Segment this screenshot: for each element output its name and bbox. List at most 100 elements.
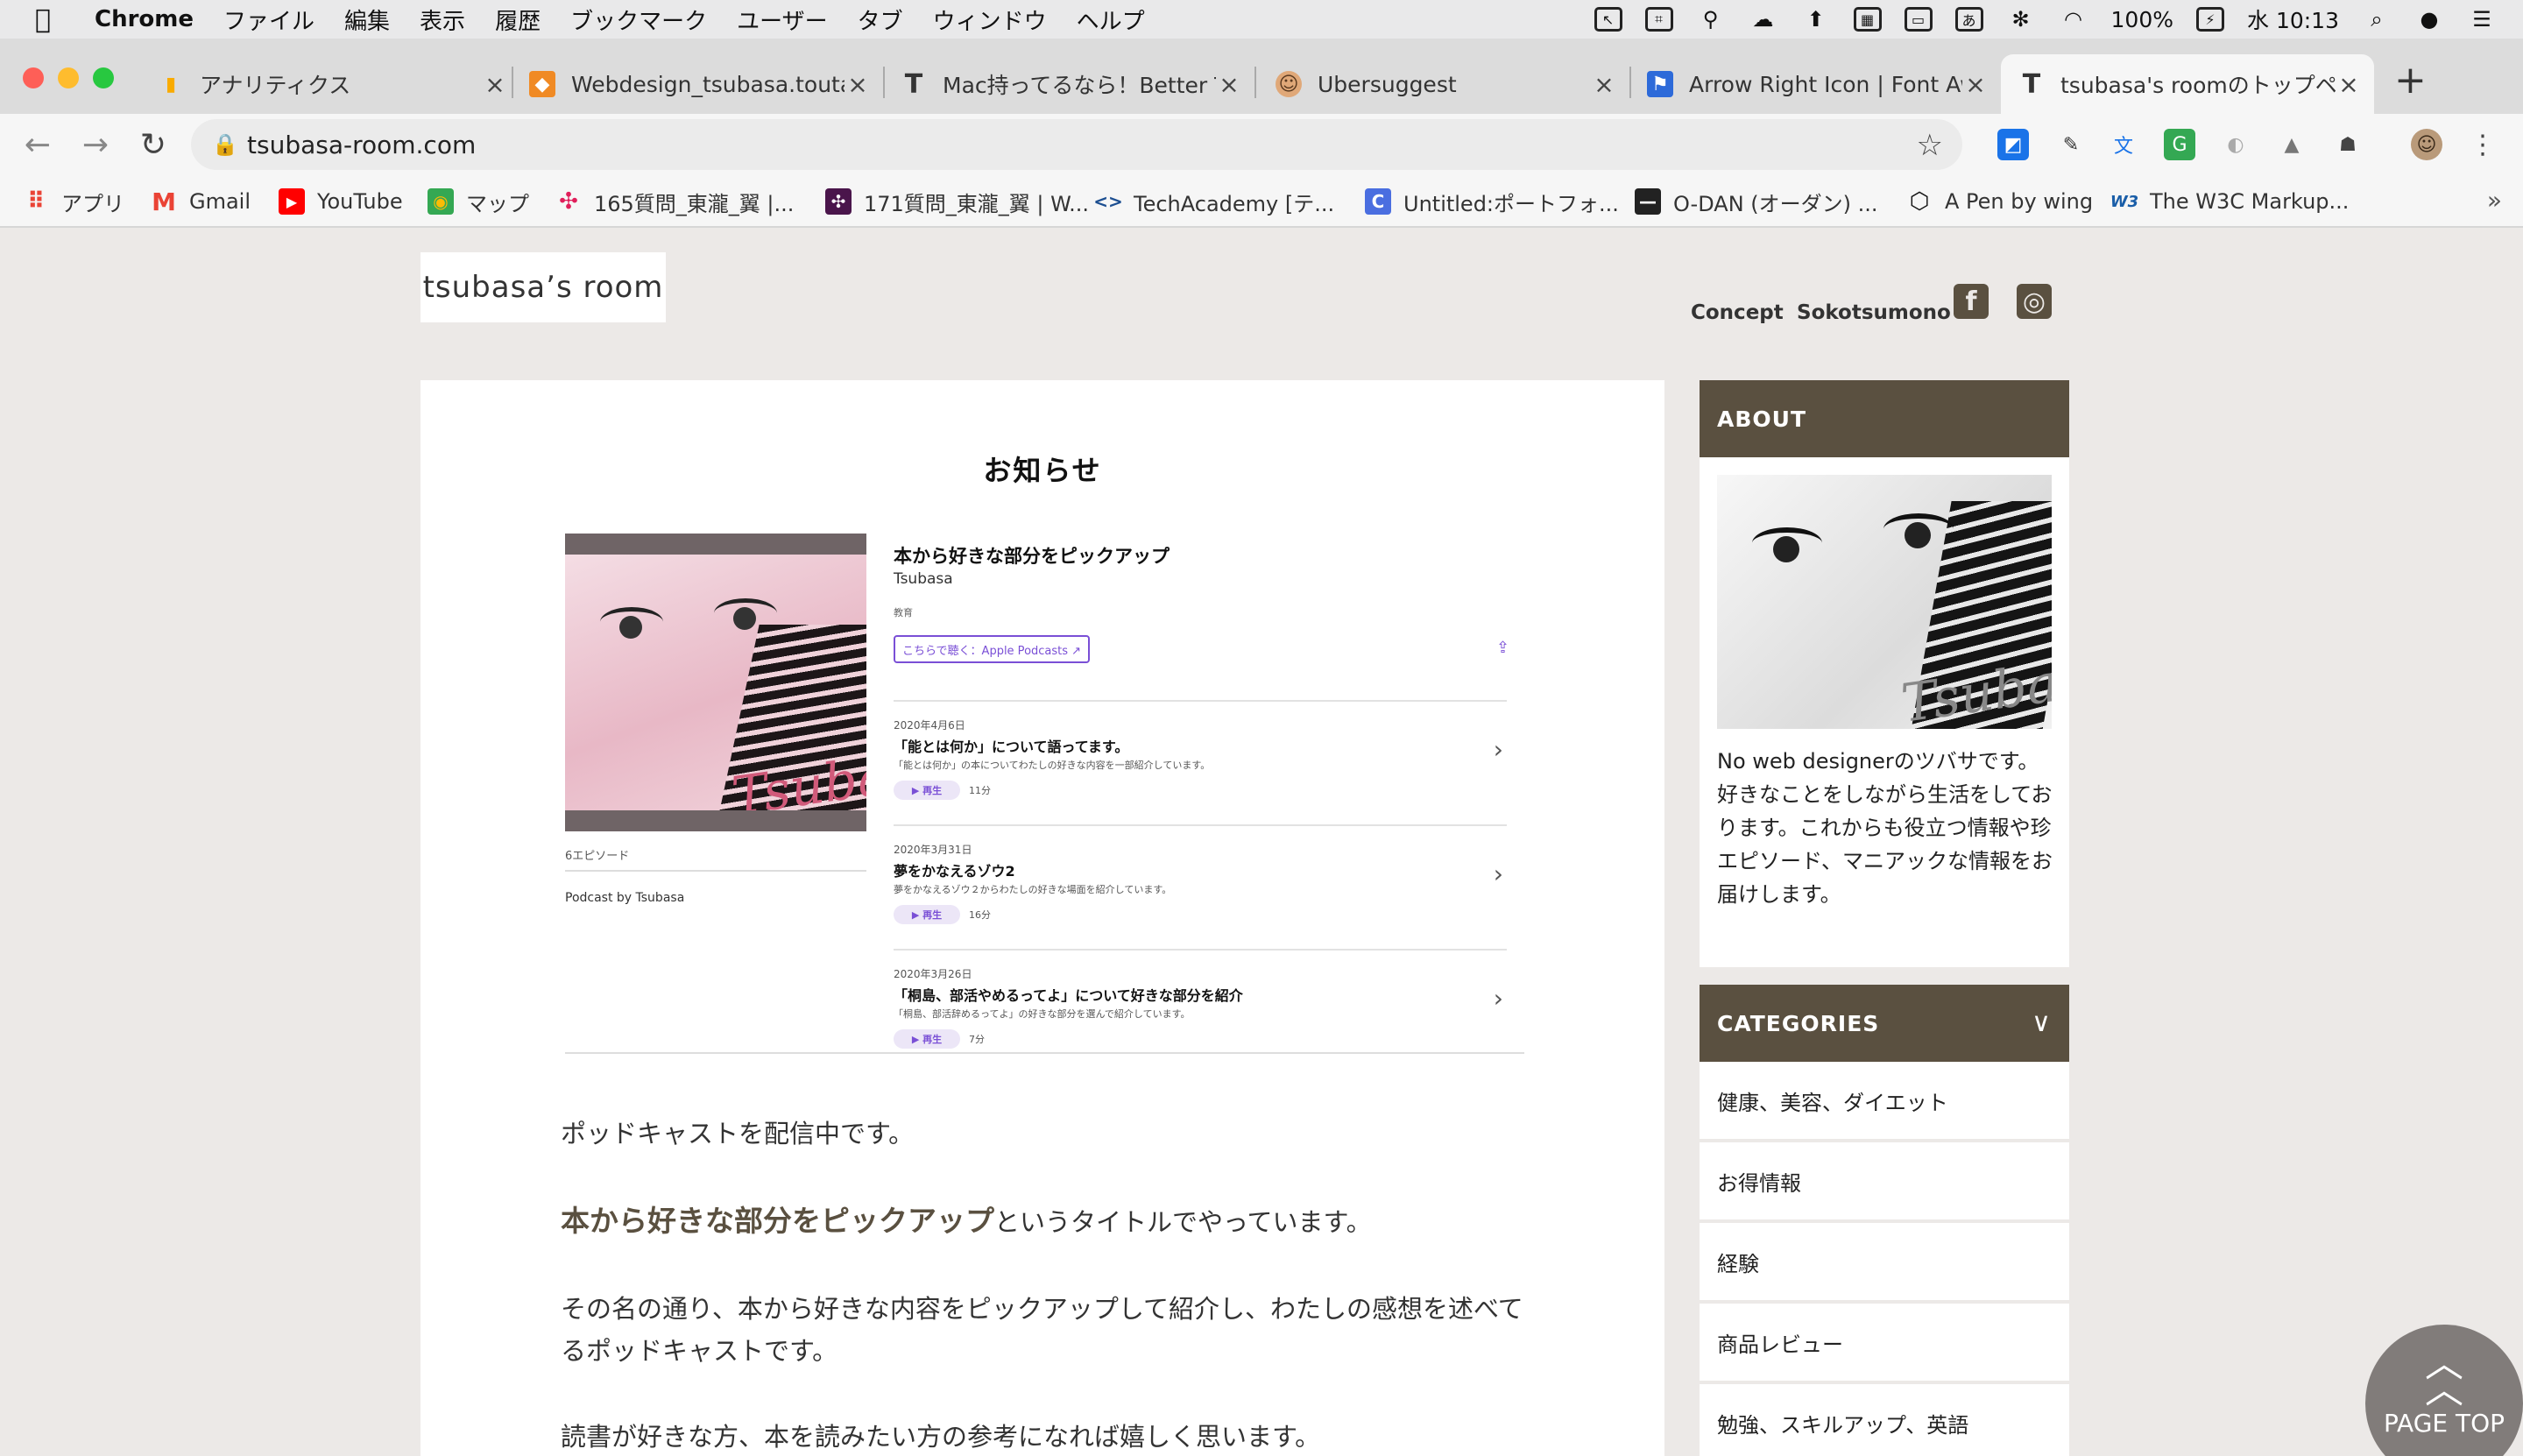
tab-close-icon[interactable]: × bbox=[1216, 70, 1242, 99]
screen-capture-icon[interactable]: ⌗ bbox=[1644, 7, 1673, 32]
share-icon[interactable]: ⇪ bbox=[1496, 639, 1509, 657]
extension-robot-icon[interactable]: ☗ bbox=[2332, 129, 2364, 160]
back-arrow-icon[interactable]: ← bbox=[16, 123, 60, 166]
battery-icon[interactable]: ⚡ bbox=[2196, 7, 2224, 32]
bookmark-slack-165[interactable]: ✣ 165質問_東瀧_翼 |... bbox=[555, 186, 794, 217]
lock-icon[interactable]: 🔒 bbox=[212, 132, 247, 157]
facebook-icon[interactable]: f bbox=[1954, 284, 1989, 319]
category-health-beauty[interactable]: 健康、美容、ダイエット bbox=[1700, 1062, 2069, 1139]
bookmark-youtube[interactable]: ▶ YouTube bbox=[279, 186, 403, 217]
profile-avatar[interactable]: ☺ bbox=[2411, 129, 2442, 160]
menubar-clock[interactable]: 水 10:13 bbox=[2247, 4, 2339, 35]
upload-cloud-icon[interactable]: ⬆ bbox=[1801, 6, 1831, 32]
bookmark-label: Untitled:ポートフォ... bbox=[1403, 191, 1619, 216]
bookmark-apps[interactable]: ⠿ アプリ bbox=[23, 186, 124, 217]
extension-google-icon[interactable]: G bbox=[2164, 129, 2195, 160]
category-deals[interactable]: お得情報 bbox=[1700, 1142, 2069, 1219]
nav-concept[interactable]: Concept bbox=[1691, 301, 1784, 324]
tab-webdesign[interactable]: ◆ Webdesign_tsubasa.toutaki × bbox=[529, 54, 871, 114]
episode-play-button[interactable]: ▶ 再生 bbox=[894, 905, 960, 924]
extension-tab-icon[interactable]: ◩ bbox=[1997, 129, 2029, 160]
siri-icon[interactable]: ● bbox=[2414, 6, 2444, 32]
site-logo[interactable]: tsubasa’s room bbox=[420, 252, 666, 322]
window-minimize-button[interactable] bbox=[58, 67, 79, 88]
tab-close-icon[interactable]: × bbox=[482, 70, 508, 99]
extension-translate-icon[interactable]: 文 bbox=[2108, 129, 2139, 160]
episode-play-button[interactable]: ▶ 再生 bbox=[894, 1029, 960, 1049]
pin-icon[interactable]: ⚲ bbox=[1696, 6, 1726, 32]
bookmark-w3c[interactable]: W3 The W3C Markup... bbox=[2110, 186, 2350, 217]
spotlight-search-icon[interactable]: ⌕ bbox=[2362, 6, 2392, 32]
bluetooth-icon[interactable]: ✻ bbox=[2006, 6, 2036, 32]
menu-edit[interactable]: 編集 bbox=[344, 4, 390, 36]
menu-file[interactable]: ファイル bbox=[223, 4, 314, 36]
cover-pupil-left bbox=[619, 616, 642, 639]
menu-history[interactable]: 履歴 bbox=[495, 4, 541, 36]
bookmarks-overflow-icon[interactable]: » bbox=[2487, 186, 2502, 215]
episode-item[interactable]: 2020年3月31日 夢をかなえるゾウ2 夢をかなえるゾウ２からわたしの好きな場… bbox=[894, 824, 1507, 949]
apple-podcasts-link[interactable]: こちらで聴く：Apple Podcasts ↗ bbox=[894, 635, 1090, 663]
tab-close-icon[interactable]: × bbox=[1962, 70, 1989, 99]
window-layout-icon[interactable]: ▦ bbox=[1853, 7, 1882, 32]
menu-app-name[interactable]: Chrome bbox=[95, 6, 194, 32]
categories-heading[interactable]: CATEGORIES ∨ bbox=[1700, 985, 2069, 1062]
extension-gray-icon[interactable]: ◐ bbox=[2220, 129, 2251, 160]
category-experience[interactable]: 経験 bbox=[1700, 1223, 2069, 1300]
tab-analytics[interactable]: ▮ アナリティクス × bbox=[158, 54, 508, 114]
window-close-button[interactable] bbox=[23, 67, 44, 88]
creative-cloud-icon[interactable]: ☁ bbox=[1749, 6, 1778, 32]
podcast-author[interactable]: Tsubasa bbox=[894, 570, 953, 588]
bookmark-techacademy[interactable]: <> TechAcademy [テ... bbox=[1093, 186, 1334, 217]
podcast-cover-art[interactable]: Tsubasa bbox=[565, 534, 866, 831]
tab-better-touch-tool[interactable]: T Mac持ってるなら！Better To × bbox=[901, 54, 1242, 114]
tab-font-awesome[interactable]: ⚑ Arrow Right Icon | Font Awe × bbox=[1647, 54, 1989, 114]
input-method-icon[interactable]: あ bbox=[1954, 7, 1983, 32]
tab-ubersuggest[interactable]: ☺ Ubersuggest × bbox=[1276, 54, 1617, 114]
bookmark-gmail[interactable]: M Gmail bbox=[151, 186, 251, 217]
menu-view[interactable]: 表示 bbox=[420, 4, 465, 36]
bookmark-portfolio[interactable]: C Untitled:ポートフォ... bbox=[1365, 186, 1619, 217]
bookmark-odan[interactable]: — O-DAN (オーダン) ... bbox=[1635, 186, 1878, 217]
wifi-icon[interactable]: ◠ bbox=[2059, 6, 2088, 32]
extension-eyedropper-icon[interactable]: ✎ bbox=[2055, 129, 2087, 160]
bookmark-star-icon[interactable]: ☆ bbox=[1917, 128, 1943, 163]
instagram-icon[interactable]: ◎ bbox=[2017, 284, 2052, 319]
episode-play-button[interactable]: ▶ 再生 bbox=[894, 781, 960, 800]
menu-tab[interactable]: タブ bbox=[858, 4, 903, 36]
tab-tsubasa-room[interactable]: T tsubasa's roomのトップペー × bbox=[2001, 54, 2374, 114]
category-study[interactable]: 勉強、スキルアップ、英語 bbox=[1700, 1384, 2069, 1456]
reload-icon[interactable]: ↻ bbox=[131, 123, 175, 166]
tab-close-icon[interactable]: × bbox=[2336, 70, 2362, 99]
apple-menu-icon[interactable]:  bbox=[35, 4, 70, 35]
chevron-down-icon[interactable]: ∨ bbox=[2032, 1007, 2052, 1038]
menu-window[interactable]: ウィンドウ bbox=[933, 4, 1047, 36]
menu-bookmarks[interactable]: ブックマーク bbox=[570, 4, 707, 36]
chevron-right-icon[interactable]: › bbox=[1494, 984, 1503, 1013]
window-zoom-button[interactable] bbox=[93, 67, 114, 88]
url-text[interactable]: tsubasa-room.com bbox=[247, 131, 476, 159]
menu-help[interactable]: ヘルプ bbox=[1077, 4, 1145, 36]
bookmark-codepen[interactable]: ⬡ A Pen by wing bbox=[1906, 186, 2093, 217]
episode-item[interactable]: 2020年3月26日 「桐島、部活やめるってよ」について好きな部分を紹介 「桐島… bbox=[894, 949, 1507, 1052]
chevron-right-icon[interactable]: › bbox=[1494, 735, 1503, 764]
cursor-app-icon[interactable]: ↖ bbox=[1594, 7, 1622, 32]
new-tab-button[interactable]: + bbox=[2394, 58, 2427, 102]
notification-center-icon[interactable]: ☰ bbox=[2467, 6, 2497, 32]
extension-drive-icon[interactable]: ▲ bbox=[2276, 129, 2307, 160]
nav-sokotsumono[interactable]: Sokotsumono bbox=[1797, 301, 1951, 324]
chrome-menu-icon[interactable]: ⋮ bbox=[2467, 129, 2498, 160]
display-icon[interactable]: ▭ bbox=[1904, 7, 1933, 32]
tab-close-icon[interactable]: × bbox=[1591, 70, 1617, 99]
menu-users[interactable]: ユーザー bbox=[737, 4, 827, 36]
bookmark-slack-171[interactable]: ✣ 171質問_東瀧_翼 | W... bbox=[825, 186, 1089, 217]
tab-close-icon[interactable]: × bbox=[845, 70, 871, 99]
forward-arrow-icon[interactable]: → bbox=[74, 123, 117, 166]
chevron-right-icon[interactable]: › bbox=[1494, 859, 1503, 888]
episode-item[interactable]: 2020年4月6日 「能とは何か」について語ってます。 「能とは何か」の本につい… bbox=[894, 700, 1507, 824]
page-top-button[interactable]: ︿ ︿ PAGE TOP bbox=[2365, 1325, 2523, 1456]
address-bar[interactable]: 🔒 tsubasa-room.com ☆ bbox=[191, 119, 1962, 170]
category-product-review[interactable]: 商品レビュー bbox=[1700, 1304, 2069, 1381]
podcast-title[interactable]: 本から好きな部分をピックアップ bbox=[894, 542, 1170, 569]
embed-divider bbox=[565, 870, 866, 872]
bookmark-maps[interactable]: ◉ マップ bbox=[428, 186, 529, 217]
